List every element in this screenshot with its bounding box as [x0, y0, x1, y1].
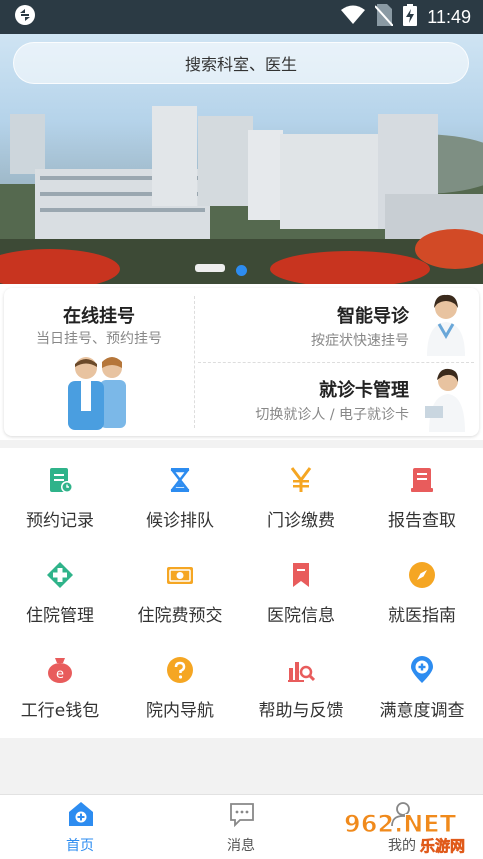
- function-grid: 预约记录 候诊排队 门诊缴费 报告查取 住院管理 住院费预交 医院信息 就医指南…: [0, 448, 483, 738]
- grid-item-hospital-info[interactable]: 医院信息: [241, 543, 361, 638]
- grid-item-label: 门诊缴费: [267, 511, 335, 531]
- grid-item-label: 候诊排队: [146, 511, 214, 531]
- grid-item-inpatient-deposit[interactable]: 住院费预交: [120, 543, 240, 638]
- grid-item-inpatient-management[interactable]: 住院管理: [0, 543, 120, 638]
- grid-item-label: 医院信息: [267, 606, 335, 626]
- location-plus-icon: [411, 656, 433, 683]
- grid-item-label: 帮助与反馈: [258, 701, 344, 721]
- smart-guide-block[interactable]: 智能导诊 按症状快速挂号: [198, 288, 479, 362]
- card-management-block[interactable]: 就诊卡管理 切换就诊人 / 电子就诊卡: [198, 362, 479, 436]
- grid-item-medical-guide[interactable]: 就医指南: [362, 543, 482, 638]
- grid-item-queue[interactable]: 候诊排队: [120, 448, 240, 543]
- wallet-e-icon: e: [48, 658, 72, 683]
- yen-icon: [290, 467, 312, 492]
- chat-bubble-icon: [230, 803, 254, 827]
- grid-item-icbc-ewallet[interactable]: e 工行e钱包: [0, 638, 120, 733]
- chart-search-icon: [288, 662, 315, 682]
- service-card: 在线挂号 当日挂号、预约挂号 智能导诊 按症状快速挂号 就诊卡管理 切换就诊人 …: [4, 288, 479, 436]
- grid-item-label: 住院费预交: [137, 606, 223, 626]
- service-card-section: 在线挂号 当日挂号、预约挂号 智能导诊 按症状快速挂号 就诊卡管理 切换就诊人 …: [0, 284, 483, 440]
- question-icon: [167, 657, 193, 683]
- doctors-illustration: [68, 357, 126, 430]
- grid-item-label: 就医指南: [388, 606, 456, 626]
- grid-item-label: 工行e钱包: [20, 701, 100, 721]
- money-icon: [167, 567, 193, 584]
- smart-guide-title: 智能导诊: [337, 306, 409, 327]
- nurse-avatar: [425, 368, 465, 432]
- calendar-record-icon: [50, 468, 73, 493]
- card-management-title: 就诊卡管理: [319, 380, 409, 401]
- search-bar[interactable]: 搜索科室、医生: [13, 42, 469, 84]
- card-divider-vertical: [194, 296, 195, 428]
- tab-label: 消息: [227, 838, 255, 854]
- medical-cross-icon: [47, 562, 73, 588]
- home-plus-icon: [69, 802, 93, 826]
- grid-item-label: 报告查取: [388, 511, 456, 531]
- watermark-text-bottom: 乐游网: [420, 837, 465, 854]
- grid-item-label: 住院管理: [26, 606, 94, 626]
- online-registration-subtitle: 当日挂号、预约挂号: [36, 331, 162, 347]
- svg-text:e: e: [56, 667, 64, 682]
- online-registration-title: 在线挂号: [63, 306, 135, 327]
- smart-guide-subtitle: 按症状快速挂号: [311, 333, 409, 349]
- grid-item-help-feedback[interactable]: 帮助与反馈: [241, 638, 361, 733]
- tab-messages[interactable]: 消息: [181, 795, 301, 859]
- grid-item-satisfaction-survey[interactable]: 满意度调查: [362, 638, 482, 733]
- grid-item-indoor-navigation[interactable]: 院内导航: [120, 638, 240, 733]
- compass-icon: [409, 562, 435, 588]
- wifi-icon: [341, 5, 366, 29]
- carousel-dot-1[interactable]: [236, 265, 247, 276]
- online-registration-block[interactable]: 在线挂号 当日挂号、预约挂号: [4, 288, 194, 436]
- watermark-text-top: 962.NET: [344, 810, 457, 838]
- battery-charging-icon: [403, 4, 418, 30]
- clock: 11:49: [427, 6, 471, 27]
- female-doctor-avatar: [427, 294, 465, 356]
- grid-item-report-query[interactable]: 报告查取: [362, 448, 482, 543]
- no-sim-icon: [374, 4, 395, 30]
- grid-item-label: 院内导航: [146, 701, 214, 721]
- card-management-subtitle: 切换就诊人 / 电子就诊卡: [255, 407, 409, 423]
- site-watermark: 962.NET 乐游网: [340, 808, 480, 856]
- status-bar: 11:49: [0, 0, 483, 34]
- hourglass-icon: [170, 468, 190, 492]
- grid-item-outpatient-payment[interactable]: 门诊缴费: [241, 448, 361, 543]
- tab-home[interactable]: 首页: [20, 795, 140, 859]
- report-icon: [411, 468, 433, 492]
- tab-label: 首页: [66, 838, 94, 854]
- search-placeholder: 搜索科室、医生: [184, 55, 297, 74]
- hospital-banner[interactable]: 搜索科室、医生: [0, 34, 483, 284]
- app-notification-icon: [14, 4, 36, 30]
- grid-item-label: 满意度调查: [379, 701, 465, 721]
- bookmark-icon: [293, 563, 309, 587]
- grid-item-label: 预约记录: [26, 511, 94, 531]
- grid-item-appointment-records[interactable]: 预约记录: [0, 448, 120, 543]
